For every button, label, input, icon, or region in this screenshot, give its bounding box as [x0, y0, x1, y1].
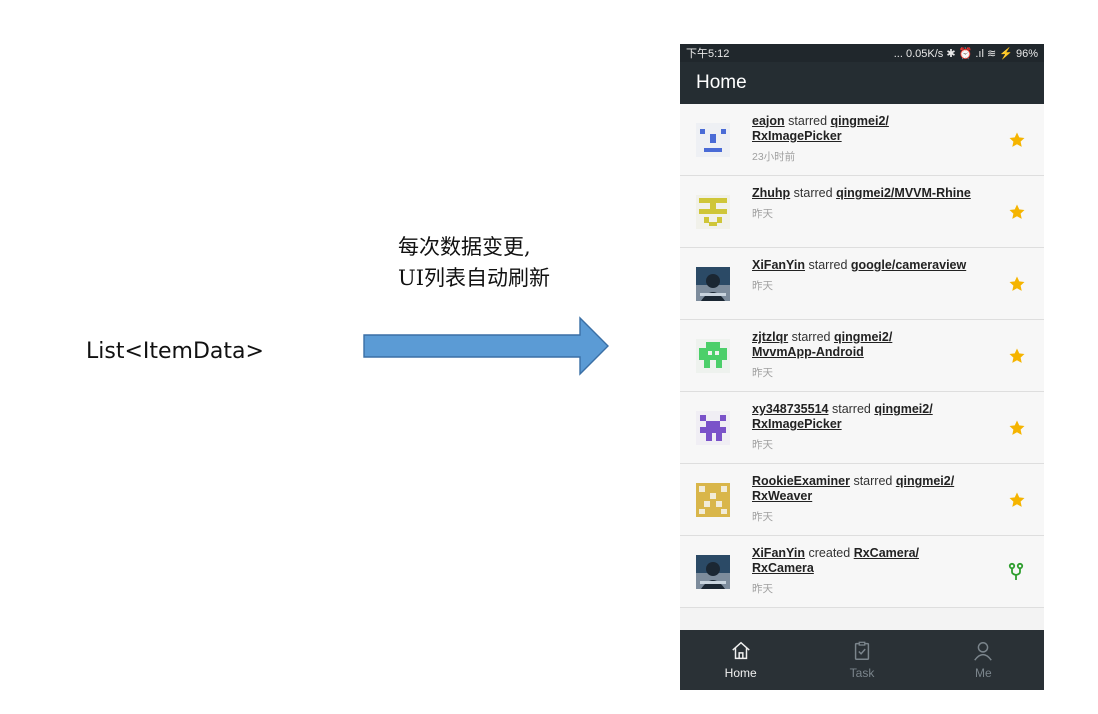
repo-link-continued[interactable]: RxImagePicker: [752, 417, 842, 431]
feed-item[interactable]: XiFanYin created RxCamera/ RxCamera 昨天: [680, 536, 1044, 608]
star-icon: [1009, 132, 1025, 147]
star-icon: [1009, 420, 1025, 435]
identicon-blue-avatar[interactable]: [696, 123, 730, 157]
repo-link-continued[interactable]: MvvmApp-Android: [752, 345, 864, 359]
feed-item[interactable]: XiFanYin starred google/cameraview 昨天: [680, 248, 1044, 320]
user-icon: [974, 642, 993, 661]
feed-item-text: XiFanYin created RxCamera/ RxCamera 昨天: [752, 546, 1012, 597]
data-refresh-caption: 每次数据变更, UI列表自动刷新: [398, 232, 608, 294]
status-indicators: ... 0.05K/s ✱ ⏰ .ıl ≋ ⚡ 96%: [893, 47, 1038, 60]
action-text: starred: [831, 402, 871, 416]
star-icon: [1009, 204, 1025, 219]
repo-link[interactable]: qingmei2/: [874, 402, 932, 416]
timestamp: 昨天: [752, 583, 773, 595]
feed-item[interactable]: xy348735514 starred qingmei2/ RxImagePic…: [680, 392, 1044, 464]
repo-link[interactable]: RxCamera/: [854, 546, 919, 560]
identicon-purple-avatar[interactable]: [696, 411, 730, 445]
caption-line-1: 每次数据变更,: [398, 235, 531, 259]
star-icon: [1009, 492, 1025, 507]
photo-avatar[interactable]: [696, 555, 730, 589]
user-link[interactable]: Zhuhp: [752, 186, 790, 200]
nav-task[interactable]: Task: [801, 630, 922, 690]
feed-item-text: XiFanYin starred google/cameraview 昨天: [752, 258, 1012, 294]
list-itemdata-label: List<ItemData>: [86, 339, 264, 364]
feed-item-text: RookieExaminer starred qingmei2/ RxWeave…: [752, 474, 1012, 525]
feed-item[interactable]: eajon starred qingmei2/ RxImagePicker 23…: [680, 104, 1044, 176]
feed-item-text: xy348735514 starred qingmei2/ RxImagePic…: [752, 402, 1012, 453]
timestamp: 昨天: [752, 367, 773, 379]
feed-item-text: zjtzlqr starred qingmei2/ MvvmApp-Androi…: [752, 330, 1012, 381]
task-icon: [854, 641, 870, 660]
action-text: starred: [791, 330, 831, 344]
timestamp: 昨天: [752, 208, 773, 220]
user-link[interactable]: eajon: [752, 114, 785, 128]
right-arrow-icon: [363, 316, 609, 376]
feed-item[interactable]: RookieExaminer starred qingmei2/ RxWeave…: [680, 464, 1044, 536]
nav-me[interactable]: Me: [923, 630, 1044, 690]
repo-link[interactable]: qingmei2/MVVM-Rhine: [836, 186, 971, 200]
app-bar: Home: [680, 62, 1044, 104]
user-link[interactable]: xy348735514: [752, 402, 828, 416]
timestamp: 昨天: [752, 511, 773, 523]
star-icon: [1009, 276, 1025, 291]
nav-me-label: Me: [974, 666, 992, 680]
feed-item[interactable]: zjtzlqr starred qingmei2/ MvvmApp-Androi…: [680, 320, 1044, 392]
user-link[interactable]: zjtzlqr: [752, 330, 788, 344]
status-bar: 下午5:12 ... 0.05K/s ✱ ⏰ .ıl ≋ ⚡ 96%: [680, 44, 1044, 62]
timestamp: 23小时前: [752, 151, 796, 163]
bottom-navigation: Home Task Me: [680, 630, 1044, 690]
repo-link[interactable]: google/cameraview: [851, 258, 966, 272]
page-title: Home: [696, 72, 747, 93]
repo-link[interactable]: qingmei2/: [834, 330, 892, 344]
nav-home[interactable]: Home: [680, 630, 801, 690]
repo-link[interactable]: qingmei2/: [831, 114, 889, 128]
user-link[interactable]: XiFanYin: [752, 546, 805, 560]
identicon-mustard-avatar[interactable]: [696, 483, 730, 517]
identicon-green-avatar[interactable]: [696, 339, 730, 373]
repo-link-continued[interactable]: RxWeaver: [752, 489, 812, 503]
timestamp: 昨天: [752, 280, 773, 292]
feed-item-text: Zhuhp starred qingmei2/MVVM-Rhine 昨天: [752, 186, 1012, 222]
identicon-yellow-avatar[interactable]: [696, 195, 730, 229]
photo-avatar[interactable]: [696, 267, 730, 301]
repo-link[interactable]: qingmei2/: [896, 474, 954, 488]
repo-link-continued[interactable]: RxImagePicker: [752, 129, 842, 143]
event-feed-list[interactable]: eajon starred qingmei2/ RxImagePicker 23…: [680, 104, 1044, 608]
status-time: 下午5:12: [686, 48, 730, 60]
repo-link-continued[interactable]: RxCamera: [752, 561, 814, 575]
nav-task-label: Task: [849, 666, 875, 680]
fork-icon: [1008, 562, 1024, 580]
action-text: created: [808, 546, 851, 560]
action-text: starred: [793, 186, 833, 200]
nav-home-label: Home: [724, 666, 757, 680]
caption-line-2: UI列表自动刷新: [398, 266, 550, 290]
feed-item[interactable]: Zhuhp starred qingmei2/MVVM-Rhine 昨天: [680, 176, 1044, 248]
action-text: starred: [788, 114, 828, 128]
timestamp: 昨天: [752, 439, 773, 451]
action-text: starred: [808, 258, 848, 272]
feed-item-text: eajon starred qingmei2/ RxImagePicker 23…: [752, 114, 1012, 165]
user-link[interactable]: XiFanYin: [752, 258, 805, 272]
home-icon: [731, 641, 750, 660]
phone-screen: 下午5:12 ... 0.05K/s ✱ ⏰ .ıl ≋ ⚡ 96% Home …: [680, 44, 1044, 690]
action-text: starred: [853, 474, 893, 488]
star-icon: [1009, 348, 1025, 363]
user-link[interactable]: RookieExaminer: [752, 474, 850, 488]
